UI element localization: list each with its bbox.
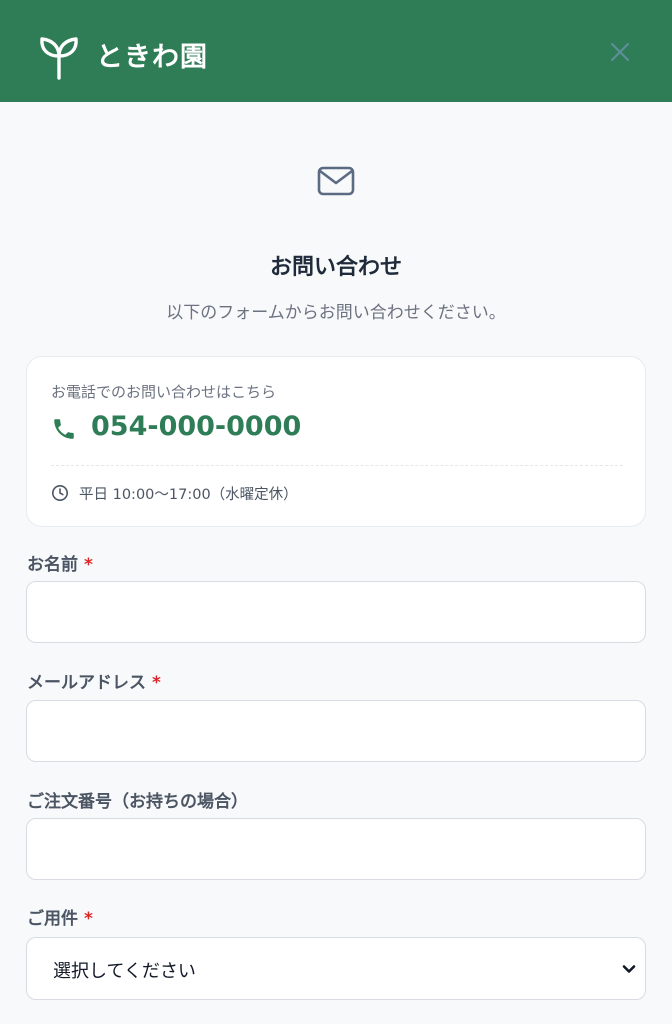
email-label-text: メールアドレス bbox=[27, 673, 146, 693]
phone-contact-card: お電話でのお問い合わせはこちら 054-000-0000 平日 10:00〜17… bbox=[26, 356, 646, 527]
email-label: メールアドレス * bbox=[27, 668, 161, 693]
page-title: お問い合わせ bbox=[269, 255, 402, 280]
required-mark: * bbox=[84, 555, 93, 575]
name-label: お名前 * bbox=[27, 550, 93, 575]
clock-icon bbox=[52, 485, 68, 501]
order-number-label: ご注文番号（お持ちの場合） bbox=[27, 787, 248, 812]
business-hours: 平日 10:00〜17:00（水曜定休） bbox=[79, 487, 298, 503]
phone-icon bbox=[54, 419, 74, 439]
close-icon[interactable] bbox=[606, 38, 634, 66]
inquiry-type-select[interactable]: 選択してください bbox=[26, 937, 646, 1000]
name-label-text: お名前 bbox=[27, 555, 78, 575]
brand-name: ときわ園 bbox=[96, 42, 208, 73]
phone-card-label: お電話でのお問い合わせはこちら bbox=[51, 383, 277, 401]
inquiry-type-selected-value: 選択してください bbox=[53, 961, 196, 982]
page-subtitle: 以下のフォームからお問い合わせください。 bbox=[166, 303, 506, 323]
mail-icon bbox=[317, 166, 355, 196]
inquiry-type-label: ご用件 * bbox=[27, 904, 93, 929]
order-number-label-text: ご注文番号（お持ちの場合） bbox=[27, 792, 248, 812]
name-input[interactable] bbox=[26, 581, 646, 643]
leaf-sprout-icon bbox=[40, 37, 78, 80]
inquiry-type-label-text: ご用件 bbox=[27, 909, 78, 929]
email-input[interactable] bbox=[26, 700, 646, 762]
required-mark: * bbox=[84, 909, 93, 929]
order-number-input[interactable] bbox=[26, 818, 646, 880]
divider bbox=[51, 465, 623, 466]
required-mark: * bbox=[152, 673, 161, 693]
chevron-down-icon bbox=[622, 965, 636, 973]
app-header: ときわ園 bbox=[0, 0, 672, 102]
phone-number-link[interactable]: 054-000-0000 bbox=[91, 411, 301, 442]
